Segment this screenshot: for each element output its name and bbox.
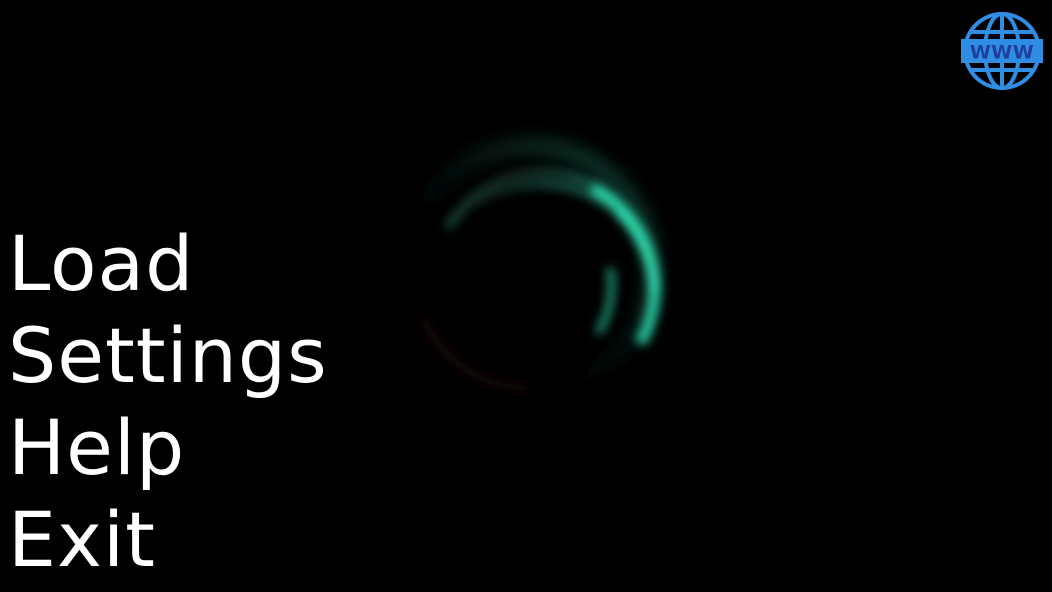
website-button[interactable]: WWW xyxy=(961,10,1043,92)
website-button-label: WWW xyxy=(970,42,1034,64)
globe-www-icon: WWW xyxy=(961,12,1043,90)
menu-item-help[interactable]: Help xyxy=(8,402,328,494)
menu-item-load[interactable]: Load xyxy=(8,218,328,310)
game-screen: Load Settings Help Exit WWW xyxy=(0,0,1052,592)
menu-item-exit[interactable]: Exit xyxy=(8,494,328,586)
loading-ring-icon xyxy=(403,141,662,395)
menu-item-settings[interactable]: Settings xyxy=(8,310,328,402)
loading-spinner xyxy=(378,118,682,422)
main-menu: Load Settings Help Exit xyxy=(8,218,328,586)
